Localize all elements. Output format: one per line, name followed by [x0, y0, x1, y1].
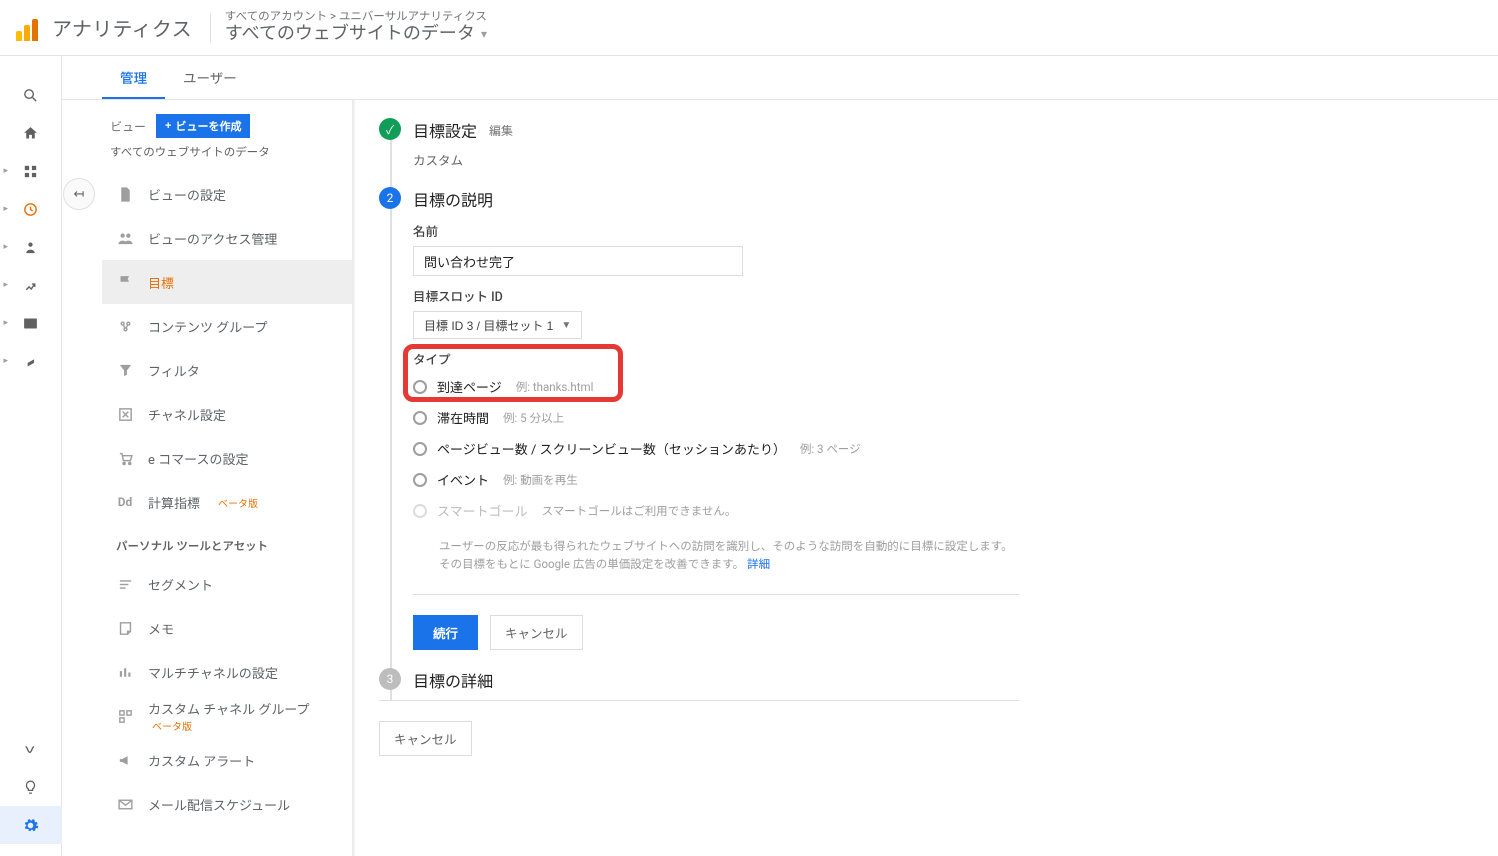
- goal-type-pageviews[interactable]: ページビュー数 / スクリーンビュー数（セッションあたり） 例: 3 ページ: [413, 436, 1019, 461]
- file-icon: [116, 186, 134, 203]
- view-column-subtitle: すべてのウェブサイトのデータ: [102, 144, 352, 172]
- radio-icon: [413, 504, 427, 518]
- left-rail: [0, 56, 62, 856]
- divider: [413, 594, 1019, 595]
- nav-multichannel[interactable]: マルチチャネルの設定: [102, 650, 352, 694]
- goal-type-destination[interactable]: 到達ページ 例: thanks.html: [413, 374, 1019, 399]
- divider: [210, 13, 211, 43]
- step-2-badge: 2: [379, 187, 401, 209]
- customization-icon[interactable]: [0, 152, 62, 190]
- step-goal-details: 3 目標の詳細: [379, 668, 1019, 692]
- nav-channel-settings[interactable]: チャネル設定: [102, 392, 352, 436]
- nav-filters[interactable]: フィルタ: [102, 348, 352, 392]
- nav-scheduled-emails[interactable]: メール配信スケジュール: [102, 782, 352, 826]
- people-icon: [116, 230, 134, 247]
- back-button[interactable]: ↤: [63, 178, 95, 210]
- nav-content-grouping[interactable]: コンテンツ グループ: [102, 304, 352, 348]
- nav-view-access[interactable]: ビューのアクセス管理: [102, 216, 352, 260]
- caret-down-icon: ▼: [561, 320, 571, 331]
- tabs: 管理 ユーザー: [62, 56, 1498, 100]
- search-icon[interactable]: [0, 76, 62, 114]
- step1-desc: カスタム: [413, 150, 1019, 169]
- goal-type-event[interactable]: イベント 例: 動画を再生: [413, 467, 1019, 492]
- view-column: ↤ ビュー +ビューを作成 すべてのウェブサイトのデータ ビューの設定 ビューの…: [102, 100, 352, 856]
- cart-icon: [116, 450, 134, 467]
- radio-icon: [413, 411, 427, 425]
- step-goal-setup: ✓ 目標設定編集 カスタム: [379, 118, 1019, 169]
- tab-admin[interactable]: 管理: [102, 56, 165, 99]
- note-icon: [116, 620, 134, 637]
- goal-name-input[interactable]: [413, 246, 743, 276]
- nav-ecommerce-settings[interactable]: e コマースの設定: [102, 436, 352, 480]
- discover-icon[interactable]: [0, 768, 62, 806]
- smart-goal-note: ユーザーの反応が最も得られたウェブサイトへの訪問を識別し、そのような訪問を自動的…: [439, 537, 1019, 574]
- caret-down-icon: ▾: [481, 27, 487, 42]
- acquisition-icon[interactable]: [0, 266, 62, 304]
- mail-icon: [116, 796, 134, 813]
- divider: [379, 700, 1019, 701]
- realtime-icon[interactable]: [0, 190, 62, 228]
- home-icon[interactable]: [0, 114, 62, 152]
- continue-button[interactable]: 続行: [413, 615, 478, 650]
- nav-calculated-metrics[interactable]: Dd計算指標ベータ版: [102, 480, 352, 524]
- slot-label: 目標スロット ID: [413, 286, 1019, 305]
- radio-icon: [413, 380, 427, 394]
- type-label: タイプ: [413, 349, 1019, 368]
- behavior-icon[interactable]: [0, 304, 62, 342]
- conversions-icon[interactable]: [0, 342, 62, 380]
- radio-icon: [413, 442, 427, 456]
- attribution-icon[interactable]: [0, 730, 62, 768]
- nav-goals[interactable]: 目標: [102, 260, 352, 304]
- create-view-button[interactable]: +ビューを作成: [156, 114, 250, 138]
- group-icon: [116, 318, 134, 335]
- goal-editor: ✓ 目標設定編集 カスタム 2 目標の説明 名前 目標スロット ID 目標 ID…: [355, 100, 1498, 856]
- edit-step-link[interactable]: 編集: [489, 122, 513, 139]
- property-breadcrumb[interactable]: すべてのアカウント > ユニバーサルアナリティクス すべてのウェブサイトのデータ…: [225, 9, 487, 46]
- step-3-badge: 3: [379, 668, 401, 690]
- nav-annotations[interactable]: メモ: [102, 606, 352, 650]
- analytics-logo: [16, 15, 42, 41]
- audience-icon[interactable]: [0, 228, 62, 266]
- goal-slot-dropdown[interactable]: 目標 ID 3 / 目標セット 1▼: [413, 311, 582, 339]
- radio-icon: [413, 473, 427, 487]
- personal-tools-header: パーソナル ツールとアセット: [102, 524, 352, 562]
- cancel-goal-button[interactable]: キャンセル: [379, 721, 472, 756]
- admin-gear-icon[interactable]: [0, 806, 62, 844]
- cancel-step-button[interactable]: キャンセル: [490, 615, 583, 650]
- app-title: アナリティクス: [52, 13, 192, 42]
- breadcrumb-main: すべてのウェブサイトのデータ: [225, 23, 475, 46]
- check-icon: ✓: [379, 118, 401, 140]
- nav-segments[interactable]: セグメント: [102, 562, 352, 606]
- dd-icon: Dd: [116, 495, 134, 509]
- goal-type-smart: スマートゴール スマートゴールはご利用できません。: [413, 498, 1019, 523]
- segment-icon: [116, 576, 134, 593]
- tab-user[interactable]: ユーザー: [165, 56, 255, 99]
- nav-custom-channel-group[interactable]: カスタム チャネル グループベータ版: [102, 694, 352, 738]
- nav-view-settings[interactable]: ビューの設定: [102, 172, 352, 216]
- breadcrumb-top: すべてのアカウント > ユニバーサルアナリティクス: [225, 9, 487, 23]
- smart-goal-details-link[interactable]: 詳細: [747, 557, 770, 571]
- megaphone-icon: [116, 752, 134, 769]
- name-label: 名前: [413, 221, 1019, 240]
- channel-icon: [116, 406, 134, 423]
- nav-custom-alerts[interactable]: カスタム アラート: [102, 738, 352, 782]
- goal-type-duration[interactable]: 滞在時間 例: 5 分以上: [413, 405, 1019, 430]
- bars-icon: [116, 664, 134, 681]
- flag-icon: [116, 274, 134, 291]
- app-header: アナリティクス すべてのアカウント > ユニバーサルアナリティクス すべてのウェ…: [0, 0, 1498, 56]
- funnel-icon: [116, 362, 134, 379]
- step-goal-description: 2 目標の説明 名前 目標スロット ID 目標 ID 3 / 目標セット 1▼ …: [379, 187, 1019, 650]
- view-column-header: ビュー: [110, 118, 146, 135]
- grid-icon: [116, 708, 134, 725]
